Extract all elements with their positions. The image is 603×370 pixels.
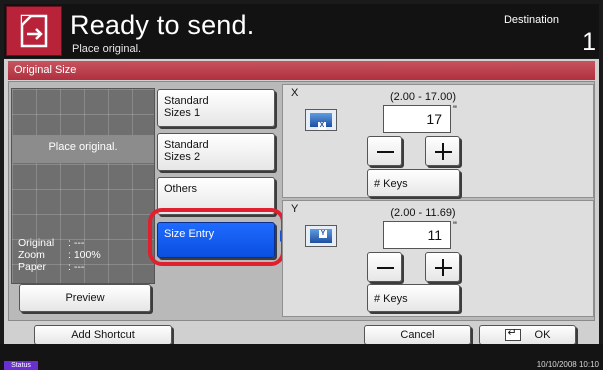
highlight-ring (148, 208, 285, 266)
preview-area: Place original. Original : --- Zoom : 10… (11, 88, 155, 284)
status-button[interactable]: Status (4, 361, 38, 370)
x-keys-button[interactable]: # Keys (367, 169, 460, 197)
preview-button[interactable]: Preview (19, 284, 151, 312)
y-size-group: Y (2.00 - 11.69) Y 11 " # Keys (282, 200, 594, 317)
x-size-group: X (2.00 - 17.00) X 17 " # Keys (282, 84, 594, 198)
enter-icon (504, 326, 521, 341)
send-app-icon (6, 6, 62, 56)
preview-message: Place original. (48, 141, 118, 153)
standard-sizes-1-button[interactable]: Standard Sizes 1 (157, 89, 275, 127)
ok-label: OK (534, 329, 551, 341)
option-line1: Others (164, 183, 198, 195)
screen-subtitle: Place original. (72, 43, 142, 55)
x-value-field[interactable]: 17 (383, 105, 451, 133)
info-original: Original : --- (18, 237, 84, 249)
status-bar: Status 10/10/2008 10:10 (0, 344, 603, 370)
tab-original-size: Original Size (8, 61, 595, 80)
info-zoom: Zoom : 100% (18, 249, 101, 261)
y-unit: " (453, 220, 457, 232)
minus-icon (377, 151, 394, 153)
y-axis-label: Y (291, 203, 299, 215)
info-value: : 100% (68, 249, 101, 261)
y-range-text: (2.00 - 11.69) (390, 207, 456, 219)
y-keys-button[interactable]: # Keys (367, 284, 460, 312)
option-line2: Sizes 1 (164, 107, 201, 119)
original-size-panel: Place original. Original : --- Zoom : 10… (8, 81, 595, 321)
ok-button[interactable]: OK (479, 325, 576, 345)
y-minus-button[interactable] (367, 252, 402, 282)
x-unit: " (453, 104, 457, 116)
minus-icon (377, 267, 394, 269)
status-datetime: 10/10/2008 10:10 (536, 360, 599, 369)
info-label: Zoom (18, 249, 45, 261)
info-label: Original (18, 237, 55, 249)
info-label: Paper (18, 261, 47, 273)
main-area: Original Size Place original. Original :… (4, 59, 599, 345)
y-value-field[interactable]: 11 (383, 221, 451, 249)
info-value: : --- (68, 237, 85, 249)
option-line1: Standard (164, 139, 209, 151)
y-plus-button[interactable] (425, 252, 460, 282)
destination-label: Destination (503, 14, 559, 26)
screen-title: Ready to send. (70, 10, 255, 40)
destination-count: 1 (582, 28, 596, 56)
header: Ready to send. Place original. Destinati… (4, 4, 599, 58)
info-paper: Paper : --- (18, 261, 84, 273)
add-shortcut-button[interactable]: Add Shortcut (34, 325, 172, 345)
x-minus-button[interactable] (367, 136, 402, 166)
option-line2: Sizes 2 (164, 151, 201, 163)
x-plus-button[interactable] (425, 136, 460, 166)
x-dimension-icon: X (305, 109, 337, 131)
y-dimension-icon: Y (305, 225, 337, 247)
x-axis-label: X (291, 87, 299, 99)
info-value: : --- (68, 261, 85, 273)
cancel-button[interactable]: Cancel (364, 325, 471, 345)
standard-sizes-2-button[interactable]: Standard Sizes 2 (157, 133, 275, 171)
option-line1: Standard (164, 95, 209, 107)
x-range-text: (2.00 - 17.00) (389, 91, 457, 103)
